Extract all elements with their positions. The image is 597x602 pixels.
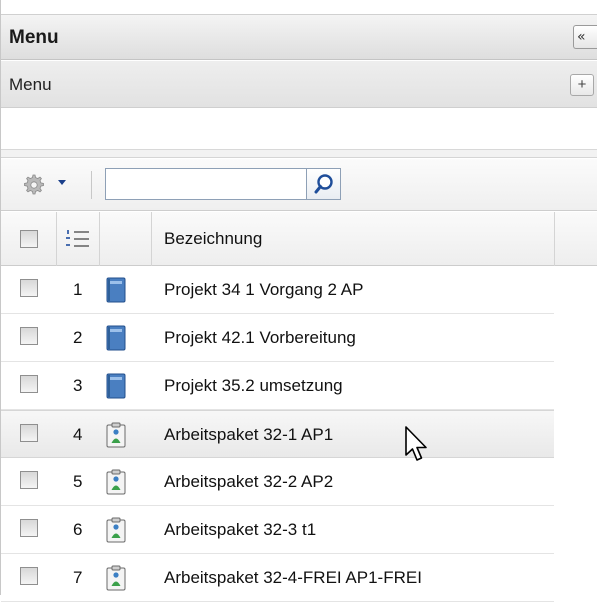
select-all-checkbox[interactable]: [20, 230, 38, 248]
row-label: Arbeitspaket 32-3 t1: [164, 520, 317, 539]
row-label: Projekt 42.1 Vorbereitung: [164, 328, 356, 347]
divider-strip: [1, 150, 597, 158]
row-checkbox[interactable]: [20, 327, 38, 345]
row-label: Projekt 34 1 Vorgang 2 AP: [164, 280, 364, 299]
dropdown-caret-icon[interactable]: [58, 180, 66, 185]
blank-area: [1, 108, 597, 150]
table-row[interactable]: 4 Arbeitspaket 32-1 AP1: [1, 410, 554, 458]
numbered-list-icon[interactable]: [65, 228, 95, 252]
search-icon: [314, 174, 333, 194]
row-label: Arbeitspaket 32-4-FREI AP1-FREI: [164, 568, 422, 587]
row-label: Projekt 35.2 umsetzung: [164, 376, 343, 395]
toolbar: [1, 159, 597, 211]
work-package-icon: [106, 517, 126, 543]
row-checkbox[interactable]: [20, 567, 38, 585]
toolbar-separator: [91, 171, 92, 199]
table-row[interactable]: 1 Projekt 34 1 Vorgang 2 AP: [1, 266, 554, 314]
row-number: 3: [73, 376, 83, 395]
empty-column-area: [554, 266, 597, 595]
mouse-cursor-icon: [405, 426, 427, 461]
work-package-icon: [106, 469, 126, 495]
sub-header: Menu +: [1, 61, 597, 108]
row-checkbox[interactable]: [20, 519, 38, 537]
project-book-icon: [106, 325, 126, 351]
search-button[interactable]: [307, 168, 341, 200]
row-checkbox[interactable]: [20, 375, 38, 393]
project-book-icon: [106, 373, 126, 399]
row-number: 2: [73, 328, 83, 347]
row-number: 1: [73, 280, 83, 299]
row-checkbox[interactable]: [20, 424, 38, 442]
work-package-icon: [106, 565, 126, 591]
table-row[interactable]: 6 Arbeitspaket 32-3 t1: [1, 506, 554, 554]
sub-title: Menu: [9, 75, 52, 94]
project-book-icon: [106, 277, 126, 303]
column-header-bezeichnung[interactable]: Bezeichnung: [164, 229, 262, 249]
collapse-button[interactable]: «: [573, 25, 597, 49]
row-checkbox[interactable]: [20, 279, 38, 297]
table-row[interactable]: 5 Arbeitspaket 32-2 AP2: [1, 458, 554, 506]
row-number: 4: [73, 425, 83, 444]
table-header: Bezeichnung: [1, 212, 597, 266]
gear-icon[interactable]: [19, 172, 47, 198]
row-label: Arbeitspaket 32-2 AP2: [164, 472, 334, 491]
row-number: 7: [73, 568, 83, 587]
panel-title: Menu: [9, 27, 59, 48]
row-checkbox[interactable]: [20, 471, 38, 489]
work-package-icon: [106, 422, 126, 448]
add-button[interactable]: +: [570, 74, 594, 96]
menu-panel: Menu « Menu + Bezeichnung 1 Projekt 34 1…: [0, 0, 597, 602]
row-number: 5: [73, 472, 83, 491]
table-row[interactable]: 3 Projekt 35.2 umsetzung: [1, 362, 554, 410]
row-number: 6: [73, 520, 83, 539]
row-label: Arbeitspaket 32-1 AP1: [164, 425, 334, 444]
panel-header: Menu «: [1, 14, 597, 60]
search-input[interactable]: [105, 168, 307, 200]
table-row[interactable]: 2 Projekt 42.1 Vorbereitung: [1, 314, 554, 362]
